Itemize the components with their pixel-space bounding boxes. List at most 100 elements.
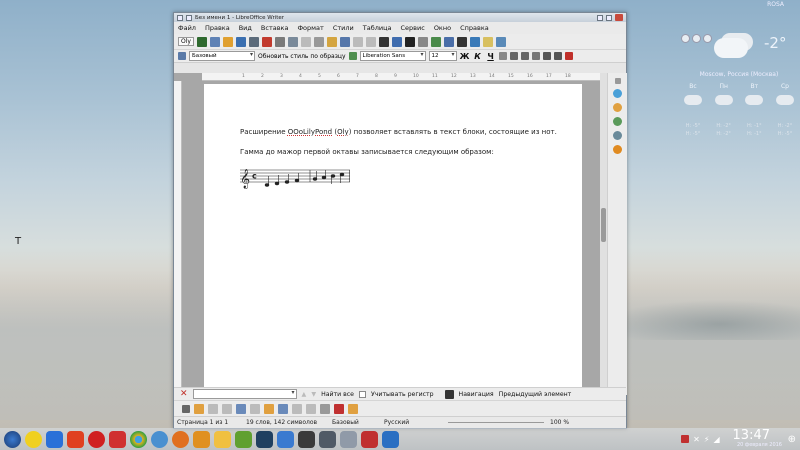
find-input[interactable] [192,389,297,399]
flag-icon[interactable] [681,435,690,443]
pin-icon[interactable] [186,14,192,21]
copy-icon[interactable] [313,36,324,47]
word-count[interactable]: 19 слов, 142 символов [246,419,332,426]
font-size-select[interactable]: 12 [428,51,457,61]
close-notify-icon[interactable]: ✕ [693,435,700,444]
font-color-icon[interactable] [564,52,573,60]
grid-icon[interactable] [334,403,344,414]
hyperlink-icon[interactable] [469,36,480,47]
vivaldi-icon[interactable] [109,430,126,448]
spellcheck-icon[interactable] [391,36,402,47]
strikethrough-icon[interactable] [498,52,507,60]
paragraph-1[interactable]: Расширение OOoLilyPond (Oly) позволяет в… [240,128,557,136]
image-viewer-icon[interactable] [277,430,294,448]
bluetooth-icon[interactable]: ⚡ [704,435,710,444]
menu-view[interactable]: Вид [239,24,252,32]
cut-icon[interactable] [300,36,311,47]
menu-edit[interactable]: Правка [205,24,230,32]
terminal-icon[interactable] [298,430,315,448]
track-changes-icon[interactable] [495,36,506,47]
app-menu-icon[interactable] [4,430,21,448]
print-icon[interactable] [274,36,285,47]
formatting-marks-icon[interactable] [404,36,415,47]
open-folder-icon[interactable] [222,36,233,47]
rectangle-icon[interactable] [208,403,218,414]
language-indicator[interactable]: Русский [384,419,448,426]
sidebar-menu-icon[interactable] [614,78,621,84]
navigator-icon[interactable] [613,131,622,140]
binoculars-icon[interactable] [444,389,454,399]
page-indicator[interactable]: Страница 1 из 1 [174,419,246,426]
find-all-button[interactable]: Найти все [321,391,354,398]
clock[interactable]: 13:47 [733,428,770,443]
find-next-icon[interactable]: ▼ [311,391,316,398]
shapes-icon[interactable] [250,403,260,414]
italic-button[interactable]: К [473,52,483,61]
comment-icon[interactable] [482,36,493,47]
select-arrow-icon[interactable] [182,404,190,413]
new-document-icon[interactable] [209,36,220,47]
bold-button[interactable]: Ж [460,52,470,61]
scrollbar-thumb[interactable] [601,208,606,242]
weather-controls[interactable] [681,34,712,43]
subscript-icon[interactable] [520,52,529,60]
navigation-label[interactable]: Навигация [459,391,494,398]
menu-window[interactable]: Окно [434,24,451,32]
anchor-icon[interactable] [292,403,302,414]
special-char-icon[interactable] [456,36,467,47]
ellipse-icon[interactable] [222,403,232,414]
clone-format-icon[interactable] [339,36,350,47]
text-editor-icon[interactable] [214,430,231,448]
paragraph-style-select[interactable]: Базовый [189,51,255,61]
chrome-icon[interactable] [130,430,147,448]
close-icon[interactable] [615,14,623,21]
superscript-icon[interactable] [509,52,518,60]
font-size-decrease-icon[interactable] [553,52,562,60]
maximize-icon[interactable] [606,14,612,21]
wrap-icon[interactable] [306,403,316,414]
minimize-icon[interactable] [597,14,603,21]
underline-button[interactable]: Ч [486,52,496,61]
writer-icon[interactable] [382,430,399,448]
vivaldi-running-icon[interactable] [361,430,378,448]
font-name-select[interactable]: Liberation Sans [359,51,426,61]
match-case-checkbox[interactable] [359,390,366,398]
date[interactable]: 20 февраля 2016 [737,442,782,448]
menu-format[interactable]: Формат [297,24,323,32]
previous-element-button[interactable]: Предыдущий элемент [499,391,572,398]
zoom-level[interactable]: 100 % [550,419,569,426]
vertical-ruler[interactable] [174,81,182,395]
paragraph-style-icon[interactable] [178,52,186,60]
find-replace-icon[interactable] [378,36,389,47]
paragraph-2[interactable]: Гамма до мажор первой октавы записываетс… [240,148,494,156]
align-icon[interactable] [320,403,330,414]
music-staff[interactable]: 𝄞 c [240,164,350,190]
redo-icon[interactable] [365,36,376,47]
steam-icon[interactable] [256,430,273,448]
pdf-viewer-icon[interactable] [67,430,84,448]
text-box-icon[interactable] [236,403,246,414]
menu-tools[interactable]: Сервис [401,24,425,32]
pdf-icon[interactable] [261,36,272,47]
menu-styles[interactable]: Стили [333,24,354,32]
volume-icon[interactable]: ◢ [713,435,719,444]
files-icon[interactable] [46,430,63,448]
oly-button[interactable]: Oly [178,37,194,46]
file-manager-icon[interactable] [340,430,357,448]
font-size-increase-icon[interactable] [542,52,551,60]
fontwork-icon[interactable] [278,403,288,414]
monitor-icon[interactable] [319,430,336,448]
zoom-slider[interactable] [448,421,544,426]
styles-icon[interactable] [613,103,622,112]
vertical-scrollbar[interactable] [600,73,607,395]
paste-icon[interactable] [326,36,337,47]
menu-table[interactable]: Таблица [363,24,392,32]
firefox-icon[interactable] [172,430,189,448]
properties-icon[interactable] [613,89,622,98]
menu-file[interactable]: Файл [178,24,196,32]
document-page[interactable]: Расширение OOoLilyPond (Oly) позволяет в… [204,84,582,395]
undo-icon[interactable] [352,36,363,47]
window-menu-icon[interactable] [177,14,183,21]
crop-icon[interactable] [348,403,358,414]
menu-help[interactable]: Справка [460,24,489,32]
